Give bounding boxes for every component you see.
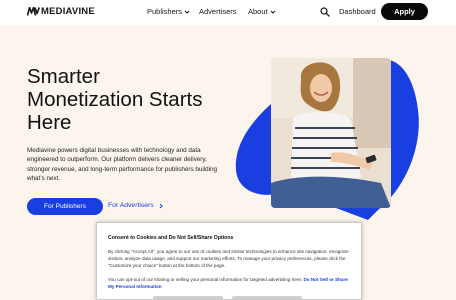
nav-publishers-label: Publishers <box>147 7 183 16</box>
chevron-right-icon <box>159 203 163 209</box>
hero-headline: Smarter Monetization Starts Here <box>27 65 247 134</box>
consent-title: Consent to Cookies and Do Not Sell/Share… <box>108 235 234 241</box>
mediavine-logo[interactable]: MEDIAVINE <box>27 6 95 17</box>
chevron-down-icon <box>184 10 190 14</box>
customize-choice-button[interactable] <box>153 296 223 299</box>
cookie-consent-dialog: Consent to Cookies and Do Not Sell/Share… <box>96 222 362 300</box>
woman-with-phone-image <box>271 58 391 208</box>
for-advertisers-label: For Advertisers <box>108 202 154 209</box>
consent-buttons <box>97 296 361 299</box>
headline-line-3: Here <box>27 111 72 134</box>
dashboard-link[interactable]: Dashboard <box>339 7 376 17</box>
headline-line-1: Smarter <box>27 65 100 88</box>
consent-optout-text: You can opt-out of our sharing or sellin… <box>108 277 304 282</box>
accept-all-button[interactable] <box>232 296 302 299</box>
chevron-down-icon <box>270 10 275 14</box>
for-publishers-button[interactable]: For Publishers <box>27 198 103 215</box>
nav-about-label: About <box>248 7 268 16</box>
nav-advertisers[interactable]: Advertisers <box>199 7 237 17</box>
consent-optout: You can opt-out of our sharing or sellin… <box>108 277 352 291</box>
site-header: MEDIAVINE Publishers Advertisers About D… <box>0 0 456 25</box>
nav-advertisers-label: Advertisers <box>199 7 237 16</box>
nav-publishers[interactable]: Publishers <box>147 7 190 17</box>
consent-body: By clicking "Accept All", you agree to o… <box>108 249 349 268</box>
hero-subtext: Mediavine powers digital businesses with… <box>27 147 218 183</box>
logo-text: MEDIAVINE <box>41 6 95 17</box>
nav-about[interactable]: About <box>248 7 276 17</box>
headline-line-2: Monetization Starts <box>27 88 203 111</box>
apply-button[interactable]: Apply <box>381 3 428 20</box>
hero-photo <box>271 58 391 208</box>
logo-mark-icon <box>27 7 40 16</box>
for-advertisers-link[interactable]: For Advertisers <box>108 201 164 211</box>
search-icon[interactable] <box>320 7 330 17</box>
